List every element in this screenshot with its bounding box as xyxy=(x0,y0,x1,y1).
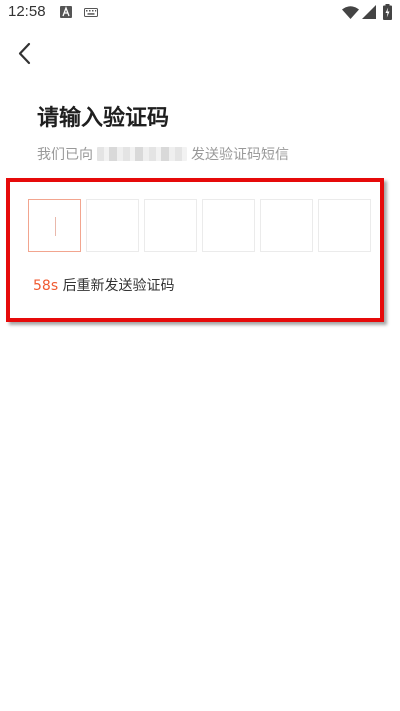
battery-charging-icon xyxy=(383,4,392,20)
code-digit-box[interactable] xyxy=(202,199,255,252)
code-digit-box[interactable] xyxy=(318,199,371,252)
subtitle-prefix: 我们已向 xyxy=(37,147,93,163)
subtitle-suffix: 发送验证码短信 xyxy=(191,147,289,163)
keyboard-icon xyxy=(84,8,98,17)
signal-icon xyxy=(362,5,376,19)
subtitle: 我们已向 发送验证码短信 xyxy=(37,144,289,164)
verification-code-input[interactable] xyxy=(28,199,371,252)
code-digit-box[interactable] xyxy=(260,199,313,252)
back-button[interactable] xyxy=(12,40,40,68)
masked-phone-number xyxy=(97,147,187,161)
back-arrow-icon xyxy=(18,42,31,65)
code-digit-box[interactable] xyxy=(86,199,139,252)
status-bar: 12:58 xyxy=(0,0,400,26)
code-digit-box[interactable] xyxy=(144,199,197,252)
text-cursor xyxy=(55,217,56,236)
code-digit-box[interactable] xyxy=(28,199,81,252)
status-time: 12:58 xyxy=(8,3,46,20)
page-title: 请输入验证码 xyxy=(37,106,170,131)
wifi-icon xyxy=(342,6,359,19)
app-notification-icon xyxy=(60,6,72,18)
countdown-seconds: 58s xyxy=(33,278,59,294)
resend-label: 后重新发送验证码 xyxy=(62,278,175,294)
resend-countdown: 58s 后重新发送验证码 xyxy=(33,275,175,295)
